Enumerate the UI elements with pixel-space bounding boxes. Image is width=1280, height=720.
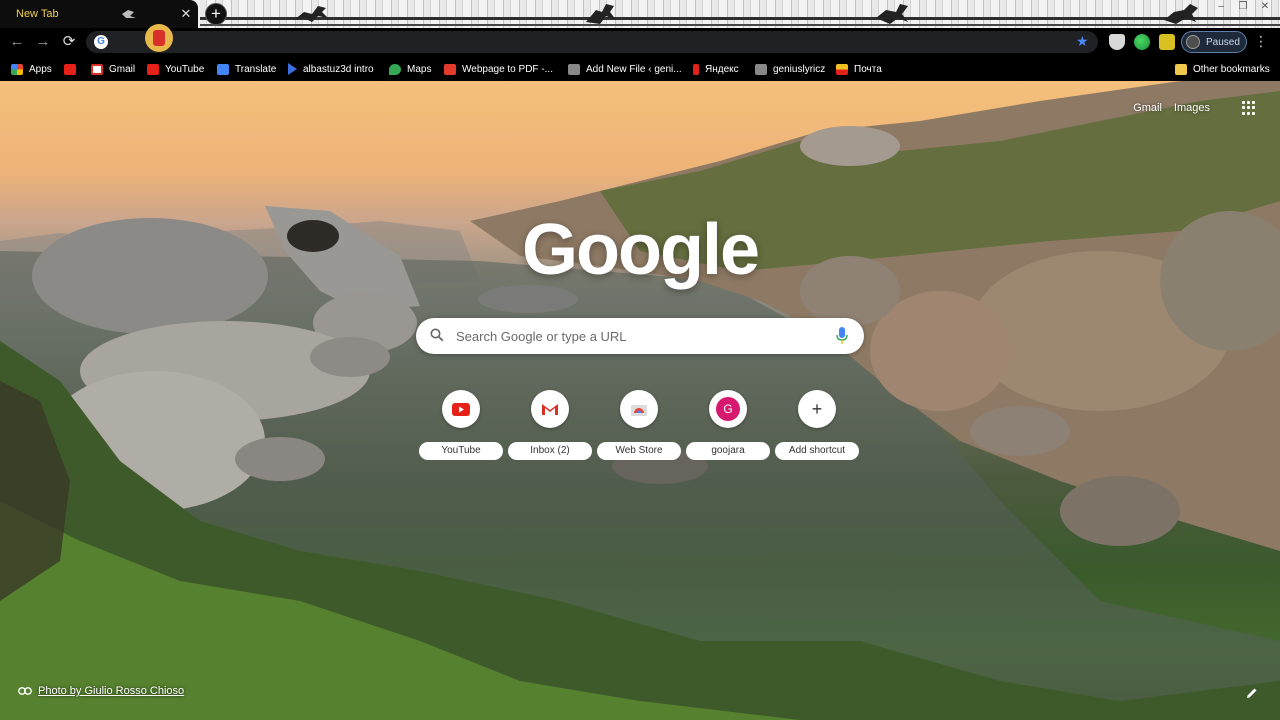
- google-logo: Google: [522, 210, 760, 290]
- header-links: Gmail Images: [1133, 101, 1256, 115]
- bookmark-label: Translate: [235, 63, 277, 75]
- tab-title: New Tab: [16, 8, 59, 20]
- bookmark-maps[interactable]: Maps: [389, 60, 431, 78]
- bookmark-label: geniuslyricz: [773, 63, 826, 75]
- bookmark-label: Add New File ‹ geni...: [586, 63, 682, 75]
- shortcut-label: Inbox (2): [508, 442, 592, 460]
- webstore-icon: [620, 390, 658, 428]
- google-apps-icon[interactable]: [1242, 101, 1256, 115]
- theme-figure-icon: [288, 0, 334, 26]
- photo-credit-text: Photo by Giulio Rosso Chioso: [38, 685, 185, 697]
- youtube-icon: [64, 63, 76, 75]
- theme-artwork: [200, 0, 1280, 28]
- shortcut-inbox[interactable]: Inbox (2): [508, 390, 592, 462]
- translate-icon: [217, 63, 229, 75]
- letter-g-icon: G: [709, 390, 747, 428]
- bookmark-youtube-short[interactable]: [64, 60, 76, 78]
- shield-extension-icon[interactable]: [1109, 34, 1125, 50]
- youtube-icon: [147, 63, 159, 75]
- gmail-icon: [531, 390, 569, 428]
- bookmark-label: Почта: [854, 63, 882, 75]
- recording-indicator-icon: [145, 24, 173, 52]
- bookmark-pochta[interactable]: Почта: [836, 60, 882, 78]
- theme-figure-icon: [578, 0, 624, 26]
- mail-icon: [836, 63, 848, 75]
- bookmarks-bar: Apps Gmail YouTube Translate albastuz3d …: [0, 56, 1280, 81]
- plus-icon: +: [798, 390, 836, 428]
- shortcut-goojara[interactable]: G goojara: [686, 390, 770, 462]
- shortcut-youtube[interactable]: YouTube: [419, 390, 503, 462]
- tab-new-tab[interactable]: New Tab ✕: [0, 0, 198, 28]
- maps-icon: [389, 63, 401, 75]
- bookmark-translate[interactable]: Translate: [217, 60, 276, 78]
- photo-credit-link[interactable]: Photo by Giulio Rosso Chioso: [18, 685, 184, 697]
- search-input[interactable]: [456, 318, 826, 354]
- search-box[interactable]: [416, 318, 864, 354]
- close-tab-icon[interactable]: ✕: [178, 6, 194, 22]
- add-shortcut-button[interactable]: + Add shortcut: [775, 390, 859, 462]
- search-icon: [430, 328, 444, 342]
- customize-pencil-icon[interactable]: [1244, 685, 1260, 701]
- yandex-icon: [693, 63, 699, 75]
- tab-strip: New Tab ✕ + – ❐ ✕: [0, 0, 1280, 28]
- images-link[interactable]: Images: [1174, 102, 1210, 114]
- profile-status-label: Paused: [1206, 36, 1240, 48]
- bookmark-star-icon[interactable]: ★: [1076, 33, 1089, 50]
- shortcut-label: Add shortcut: [775, 442, 859, 460]
- bookmark-label: Яндекс: [705, 63, 739, 75]
- folder-icon: [1175, 63, 1187, 75]
- play-icon: [288, 63, 297, 75]
- restore-icon[interactable]: ❐: [1232, 0, 1254, 14]
- theme-figure-icon: [870, 0, 916, 26]
- new-tab-button[interactable]: +: [205, 3, 227, 25]
- other-bookmarks-label: Other bookmarks: [1193, 63, 1270, 75]
- gmail-link[interactable]: Gmail: [1133, 102, 1162, 114]
- tab-glitch-icon: [122, 10, 136, 18]
- avatar: [1186, 35, 1200, 49]
- minimize-icon[interactable]: –: [1210, 0, 1232, 14]
- bookmark-label: Maps: [407, 63, 432, 75]
- shortcuts-grid: YouTube Inbox (2) Web Store G goojara + …: [415, 390, 865, 462]
- bookmark-label: albastuz3d intro: [303, 63, 374, 75]
- link-icon: [18, 687, 32, 695]
- toolbar: ← → ⟳ G ★ Paused ⋮: [0, 28, 1280, 56]
- shortcut-label: YouTube: [419, 442, 503, 460]
- bookmark-geniuslyricz[interactable]: geniuslyricz: [755, 60, 825, 78]
- youtube-icon: [442, 390, 480, 428]
- gmail-icon: [91, 63, 103, 75]
- address-bar[interactable]: G: [86, 31, 1098, 53]
- shortcut-label: Web Store: [597, 442, 681, 460]
- bookmark-youtube[interactable]: YouTube: [147, 60, 204, 78]
- forward-icon[interactable]: →: [34, 33, 52, 51]
- bookmark-add-new-file[interactable]: Add New File ‹ geni...: [568, 60, 682, 78]
- wordpress-icon: [755, 63, 767, 75]
- wordpress-icon: [568, 63, 580, 75]
- shortcut-label: goojara: [686, 442, 770, 460]
- bookmark-webpage-to-pdf[interactable]: Webpage to PDF -...: [444, 60, 553, 78]
- bookmark-label: Webpage to PDF -...: [462, 63, 553, 75]
- microphone-icon[interactable]: [836, 327, 848, 345]
- profile-paused-button[interactable]: Paused: [1181, 31, 1247, 53]
- pdf-icon: [444, 63, 456, 75]
- bookmark-apps[interactable]: Apps: [11, 60, 52, 78]
- bookmark-label: Gmail: [109, 63, 136, 75]
- green-extension-icon[interactable]: [1134, 34, 1150, 50]
- bookmark-albastuz3d[interactable]: albastuz3d intro: [288, 60, 374, 78]
- close-window-icon[interactable]: ✕: [1254, 0, 1276, 14]
- back-icon[interactable]: ←: [8, 33, 26, 51]
- new-tab-page: Gmail Images Google YouTube I: [0, 81, 1280, 720]
- google-icon: G: [94, 35, 108, 49]
- window-controls: – ❐ ✕: [1210, 0, 1276, 14]
- apps-icon: [11, 63, 23, 75]
- shortcut-web-store[interactable]: Web Store: [597, 390, 681, 462]
- reload-icon[interactable]: ⟳: [60, 33, 78, 51]
- theme-figure-icon: [1158, 0, 1204, 26]
- menu-icon[interactable]: ⋮: [1254, 33, 1268, 50]
- bookmark-gmail[interactable]: Gmail: [91, 60, 135, 78]
- puzzle-extensions-icon[interactable]: [1159, 34, 1175, 50]
- other-bookmarks[interactable]: Other bookmarks: [1175, 60, 1270, 78]
- bookmark-yandex[interactable]: Яндекс: [693, 60, 739, 78]
- bookmark-label: YouTube: [165, 63, 205, 75]
- bookmark-label: Apps: [29, 63, 52, 75]
